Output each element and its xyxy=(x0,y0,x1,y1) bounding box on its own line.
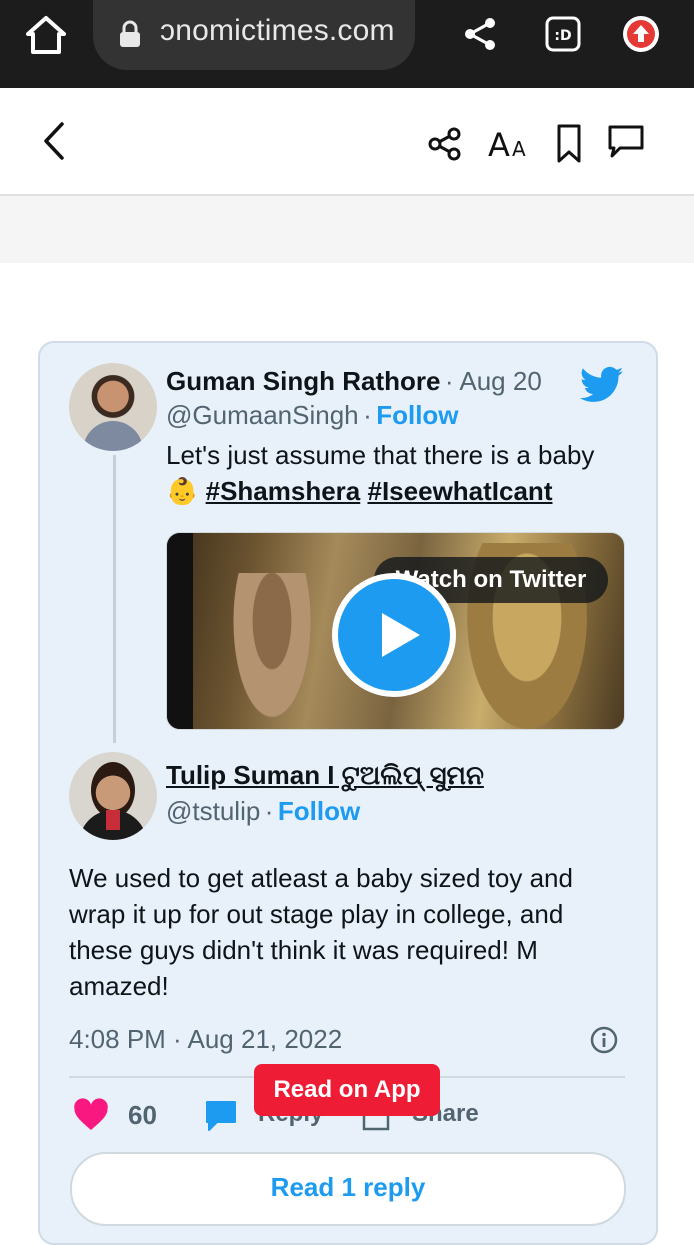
twitter-bird-icon[interactable] xyxy=(579,366,624,404)
hashtag-iseewhaticant[interactable]: #IseewhatIcant xyxy=(368,476,553,506)
author-handle[interactable]: @GumaanSingh xyxy=(166,400,359,430)
tweet-text-line: Let's just assume that there is a baby xyxy=(166,440,595,470)
author-name[interactable]: Guman Singh Rathore xyxy=(166,366,440,396)
reply-follow-link[interactable]: Follow xyxy=(278,796,360,826)
lock-icon xyxy=(118,20,142,48)
video-figure-left xyxy=(227,573,317,729)
author-header: Guman Singh Rathore · Aug 20 xyxy=(166,366,586,402)
reply-author-avatar[interactable] xyxy=(69,752,157,840)
home-icon[interactable] xyxy=(24,14,68,56)
bookmark-icon[interactable] xyxy=(556,124,582,164)
tweet-date[interactable]: · Aug 20 xyxy=(445,366,542,396)
author-avatar[interactable] xyxy=(69,363,157,451)
back-icon[interactable] xyxy=(38,120,70,162)
handle-separator: · xyxy=(363,400,372,430)
article-toolbar: AA xyxy=(0,88,694,196)
ad-placeholder-band xyxy=(0,196,694,263)
reply-author-handle-row: @tstulip · Follow xyxy=(166,796,360,827)
tweet-text: Let's just assume that there is a baby 👶… xyxy=(166,437,626,509)
reader-mode-icon[interactable]: :D xyxy=(545,16,581,52)
svg-text::D: :D xyxy=(554,28,571,44)
author-handle-row: @GumaanSingh · Follow xyxy=(166,400,459,436)
read-replies-button[interactable]: Read 1 reply xyxy=(70,1152,626,1226)
reply-icon[interactable] xyxy=(203,1098,239,1132)
play-button[interactable] xyxy=(332,573,456,697)
baby-emoji: 👶 xyxy=(166,476,199,506)
video-frame-edge xyxy=(167,533,193,729)
like-count: 60 xyxy=(128,1100,157,1130)
reply-author-name[interactable]: Tulip Suman I ଟୁଅଲିପ୍ ସୁମନ xyxy=(166,760,484,790)
like-button[interactable] xyxy=(73,1098,109,1132)
read-on-app-button[interactable]: Read on App xyxy=(254,1064,440,1116)
share-icon[interactable] xyxy=(462,16,498,52)
reply-author-name-row: Tulip Suman I ଟୁଅଲିପ୍ ସୁମନ xyxy=(166,760,484,792)
follow-link[interactable]: Follow xyxy=(376,400,458,430)
reply-author-handle[interactable]: @tstulip xyxy=(166,796,260,826)
hashtag-shamshera[interactable]: #Shamshera xyxy=(206,476,361,506)
url-text[interactable]: ɔnomictimes.com xyxy=(160,14,395,48)
reply-text: We used to get atleast a baby sized toy … xyxy=(69,863,573,1001)
comment-icon[interactable] xyxy=(606,124,646,160)
reply-handle-separator: · xyxy=(264,796,274,826)
info-icon[interactable] xyxy=(590,1026,618,1054)
text-size-icon[interactable]: AA xyxy=(488,124,534,164)
upload-icon[interactable] xyxy=(622,15,660,53)
svg-text:A: A xyxy=(512,137,526,161)
svg-text:A: A xyxy=(488,126,510,164)
tweet-video[interactable]: Watch on Twitter xyxy=(166,532,625,730)
reply-timestamp[interactable]: 4:08 PM · Aug 21, 2022 xyxy=(69,1024,342,1055)
browser-bar: ɔnomictimes.com :D xyxy=(0,0,694,88)
share-icon[interactable] xyxy=(427,126,463,162)
thread-line xyxy=(113,455,116,743)
